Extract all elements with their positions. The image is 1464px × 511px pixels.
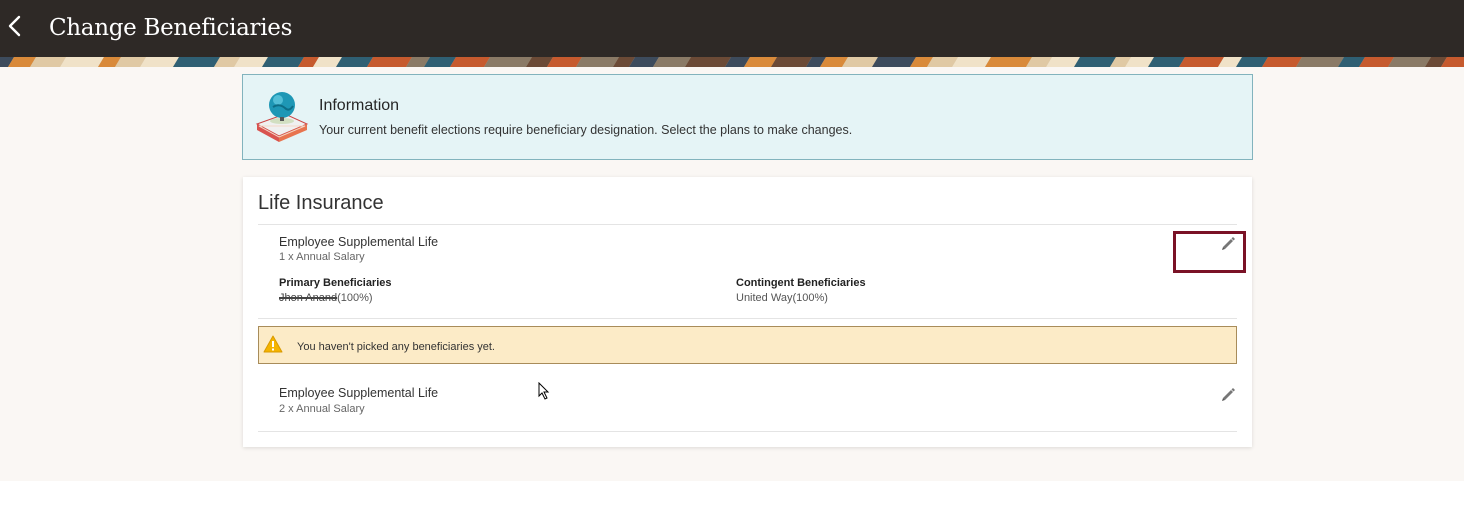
redacted-name: Jhon Anand (279, 292, 338, 304)
warning-text: You haven't picked any beneficiaries yet… (297, 341, 495, 353)
section-title: Life Insurance (258, 192, 384, 214)
banner-stripe (576, 57, 619, 67)
banner-stripe (367, 57, 412, 67)
plan-2-name[interactable]: Employee Supplemental Life (279, 386, 438, 400)
decorative-pattern (0, 57, 1464, 67)
banner-stripe (685, 57, 731, 67)
decorative-banner (0, 57, 1464, 67)
plan-1-edit-pencil-icon[interactable] (1220, 236, 1236, 252)
banner-stripe (1296, 57, 1344, 67)
primary-beneficiaries-value: Jhon Anand(100%) (279, 292, 373, 304)
banner-stripe (336, 57, 373, 67)
primary-beneficiaries-label: Primary Beneficiaries (279, 277, 392, 289)
plan-1-name[interactable]: Employee Supplemental Life (279, 235, 438, 249)
contingent-beneficiaries-value: United Way(100%) (736, 292, 828, 304)
page: Change Beneficiaries Information Your cu… (0, 0, 1464, 511)
plan-divider (258, 318, 1237, 319)
back-chevron-icon[interactable] (4, 12, 28, 42)
plan-divider-bottom (258, 431, 1237, 432)
banner-stripe (1074, 57, 1116, 67)
banner-stripe (30, 57, 66, 67)
banner-stripe (262, 57, 304, 67)
banner-stripe (952, 57, 991, 67)
banner-stripe (1179, 57, 1224, 67)
banner-stripe (842, 57, 878, 67)
banner-stripe (872, 57, 916, 67)
banner-stripe (1359, 57, 1394, 67)
warning-message: You haven't picked any beneficiaries yet… (258, 326, 1237, 364)
banner-stripe (1388, 57, 1431, 67)
banner-stripe (60, 57, 104, 67)
information-text: Your current benefit elections require b… (319, 123, 853, 137)
primary-percentage: (100%) (337, 292, 373, 304)
page-title: Change Beneficiaries (49, 15, 293, 41)
life-insurance-card: Life Insurance Employee Supplemental Lif… (243, 177, 1252, 447)
information-title: Information (319, 97, 400, 114)
banner-stripe (484, 57, 532, 67)
header-bar: Change Beneficiaries (0, 0, 1464, 57)
banner-stripe (985, 57, 1032, 67)
banner-stripe (140, 57, 179, 67)
banner-stripe (173, 57, 220, 67)
plan-1-coverage: 1 x Annual Salary (279, 251, 365, 263)
banner-stripe (234, 57, 268, 67)
warning-triangle-icon (263, 335, 283, 353)
banner-stripe (450, 57, 490, 67)
banner-stripe (1148, 57, 1185, 67)
mouse-cursor-icon (538, 382, 550, 400)
plan-2-edit-pencil-icon[interactable] (1220, 387, 1236, 403)
contingent-beneficiaries-label: Contingent Beneficiaries (736, 277, 866, 289)
information-banner: Information Your current benefit electio… (242, 74, 1253, 160)
banner-stripe (653, 57, 691, 67)
banner-stripe (771, 57, 812, 67)
plan-2-coverage: 2 x Annual Salary (279, 403, 365, 415)
banner-stripe (1262, 57, 1302, 67)
globe-on-book-icon (255, 92, 309, 142)
section-divider (258, 224, 1237, 225)
banner-stripe (547, 57, 582, 67)
